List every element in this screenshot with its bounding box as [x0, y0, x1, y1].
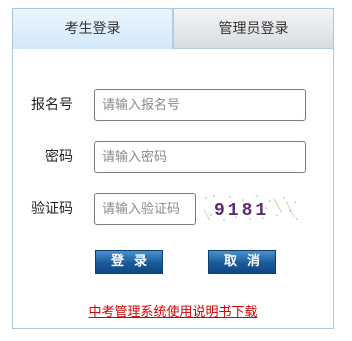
login-panel: 考生登录 管理员登录 报名号 密码 验证码 [12, 8, 334, 329]
login-button[interactable]: 登录 [95, 250, 163, 274]
cancel-button[interactable]: 取消 [208, 250, 276, 274]
password-label: 密码 [45, 149, 73, 165]
registration-label: 报名号 [31, 97, 73, 113]
captcha-label: 验证码 [31, 201, 73, 217]
login-tabs: 考生登录 管理员登录 [13, 9, 333, 49]
tab-student-login[interactable]: 考生登录 [13, 9, 173, 49]
captcha-input[interactable] [94, 193, 196, 225]
captcha-image[interactable]: 9181 [200, 193, 300, 223]
captcha-code: 9181 [214, 201, 269, 221]
registration-input[interactable] [94, 89, 306, 121]
tab-admin-login[interactable]: 管理员登录 [173, 9, 333, 49]
manual-download-link[interactable]: 中考管理系统使用说明书下载 [13, 301, 333, 320]
password-input[interactable] [94, 141, 306, 173]
